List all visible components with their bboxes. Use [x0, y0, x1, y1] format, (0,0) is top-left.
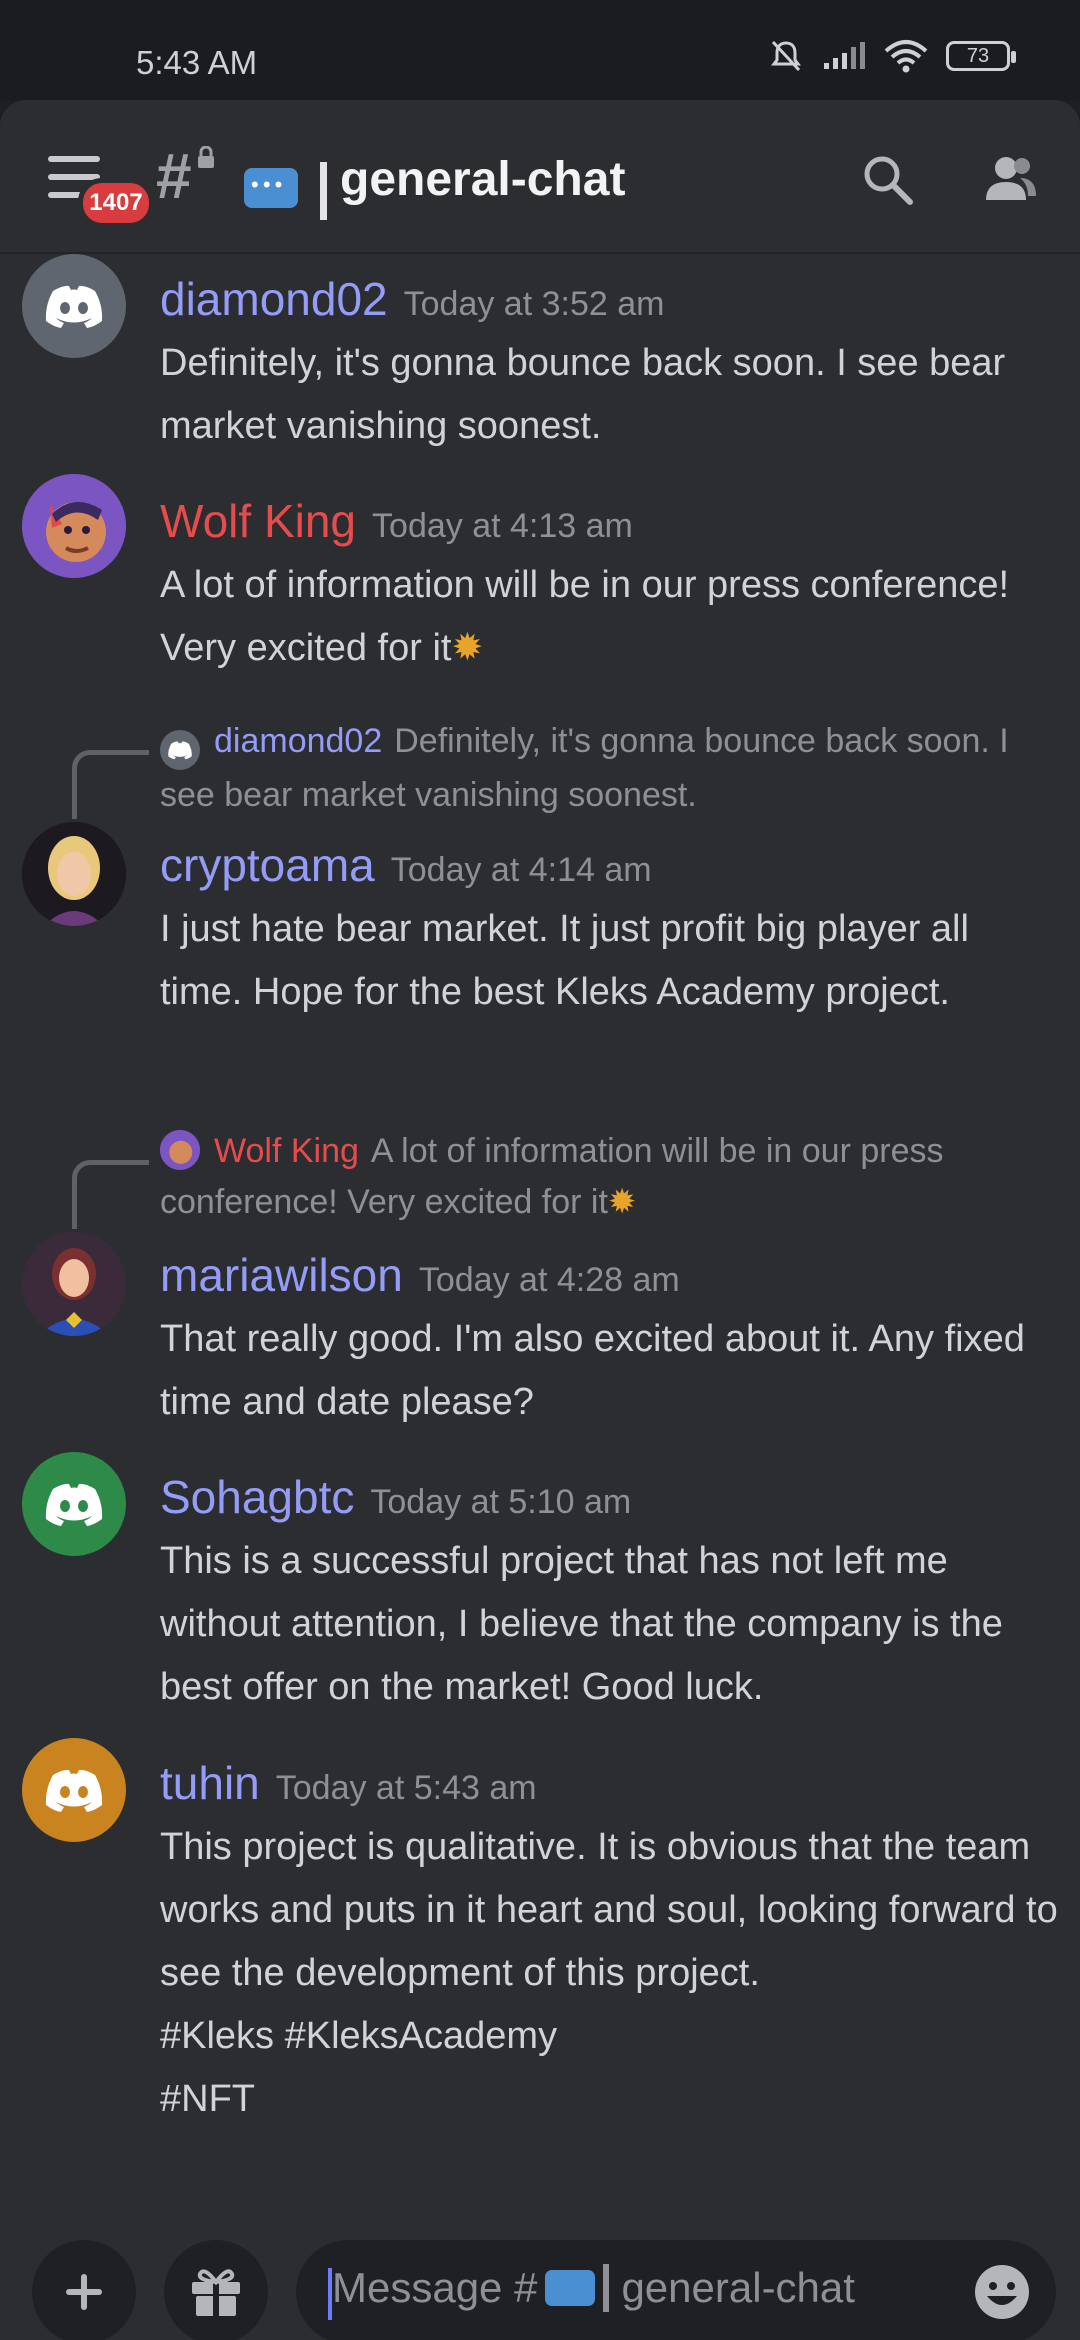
wifi-icon	[884, 40, 928, 73]
timestamp: Today at 5:43 am	[275, 1769, 537, 1807]
timestamp: Today at 4:14 am	[390, 851, 652, 889]
username[interactable]: tuhin	[160, 1757, 260, 1809]
reply-preview[interactable]: diamond02 Definitely, it's gonna bounce b…	[160, 716, 1050, 821]
gift-icon	[192, 2269, 240, 2316]
reply-connector	[72, 750, 149, 819]
avatar[interactable]	[22, 822, 126, 926]
channel-header: 1407 # general-chat	[0, 100, 1080, 254]
message-text: That really good. I'm also excited about…	[160, 1318, 1025, 1423]
channel-hash-icon: #	[156, 140, 192, 212]
chat-app: 1407 # general-chat	[0, 100, 1080, 2340]
emoji-icon[interactable]	[972, 2262, 1032, 2322]
timestamp: Today at 4:28 am	[418, 1261, 680, 1299]
message-header: mariawilson Today at 4:28 am	[160, 1248, 680, 1307]
message-header: Wolf King Today at 4:13 am	[160, 494, 633, 553]
username[interactable]: diamond02	[160, 273, 388, 325]
hashtag-line[interactable]: #NFT	[160, 2068, 1060, 2131]
status-icons: 73	[768, 38, 1016, 74]
message-body: This project is qualitative. It is obvio…	[160, 1826, 1058, 1994]
username[interactable]: Sohagbtc	[160, 1471, 354, 1523]
username[interactable]: cryptoama	[160, 839, 375, 891]
message-text: This project is qualitative. It is obvio…	[160, 1816, 1060, 2131]
message-header: Sohagbtc Today at 5:10 am	[160, 1470, 631, 1529]
mariawilson-avatar-icon	[22, 1232, 126, 1336]
battery-indicator: 73	[946, 41, 1016, 71]
username[interactable]: Wolf King	[160, 495, 356, 547]
message-list[interactable]: diamond02 Today at 3:52 am Definitely, it…	[0, 252, 1080, 2242]
timestamp: Today at 4:13 am	[372, 507, 633, 545]
reply-username: diamond02	[214, 722, 383, 760]
cryptoama-avatar-icon	[22, 822, 126, 926]
reply-avatar	[160, 730, 200, 770]
discord-logo-icon	[45, 1769, 103, 1812]
speech-bubble-icon	[244, 168, 298, 208]
gift-button[interactable]	[164, 2240, 268, 2340]
discord-logo-icon	[45, 285, 103, 328]
members-icon[interactable]	[980, 150, 1040, 210]
avatar[interactable]	[22, 1738, 126, 1842]
avatar[interactable]	[22, 474, 126, 578]
message-header: cryptoama Today at 4:14 am	[160, 838, 652, 897]
reply-connector	[72, 1160, 149, 1229]
wolf-king-avatar-icon	[22, 474, 126, 578]
avatar[interactable]	[22, 1452, 126, 1556]
search-icon[interactable]	[858, 150, 918, 210]
divider	[320, 162, 327, 220]
message-header: diamond02 Today at 3:52 am	[160, 272, 664, 331]
sparkle-emoji: ✹	[607, 1183, 637, 1221]
plus-icon	[66, 2274, 102, 2310]
discord-logo-icon	[45, 1483, 103, 1526]
username[interactable]: mariawilson	[160, 1249, 403, 1301]
wolf-king-avatar-icon	[160, 1130, 200, 1170]
channel-title[interactable]: general-chat	[340, 152, 625, 207]
bell-muted-icon	[771, 40, 801, 72]
discord-logo-icon	[168, 741, 192, 760]
message-input[interactable]: Message # general-chat	[296, 2240, 1056, 2340]
timestamp: Today at 3:52 am	[403, 285, 665, 323]
add-attachment-button[interactable]	[32, 2240, 136, 2340]
divider	[603, 2264, 610, 2312]
avatar[interactable]	[22, 254, 126, 358]
message-text: A lot of information will be in our pres…	[160, 564, 1010, 669]
message-text: Definitely, it's gonna bounce back soon.…	[160, 342, 1006, 447]
message-text: I just hate bear market. It just profit …	[160, 908, 969, 1013]
avatar[interactable]	[22, 1232, 126, 1336]
message-placeholder: Message # general-chat	[332, 2264, 855, 2312]
lock-icon	[198, 146, 214, 168]
sparkle-emoji: ✹	[451, 627, 484, 669]
reply-username: Wolf King	[214, 1132, 359, 1170]
reply-preview[interactable]: Wolf King A lot of information will be in…	[160, 1126, 1050, 1228]
unread-badge: 1407	[78, 178, 154, 228]
reply-avatar	[160, 1130, 200, 1170]
signal-icon	[824, 42, 865, 69]
message-text: This is a successful project that has no…	[160, 1540, 1003, 1708]
status-bar: 5:43 AM 73	[0, 0, 1080, 100]
status-time: 5:43 AM	[136, 44, 258, 81]
composer-bar: Message # general-chat	[0, 2240, 1080, 2340]
speech-bubble-icon	[545, 2270, 596, 2306]
message-header: tuhin Today at 5:43 am	[160, 1756, 537, 1815]
hashtag-line[interactable]: #Kleks #KleksAcademy	[160, 2005, 1060, 2068]
timestamp: Today at 5:10 am	[370, 1483, 632, 1521]
